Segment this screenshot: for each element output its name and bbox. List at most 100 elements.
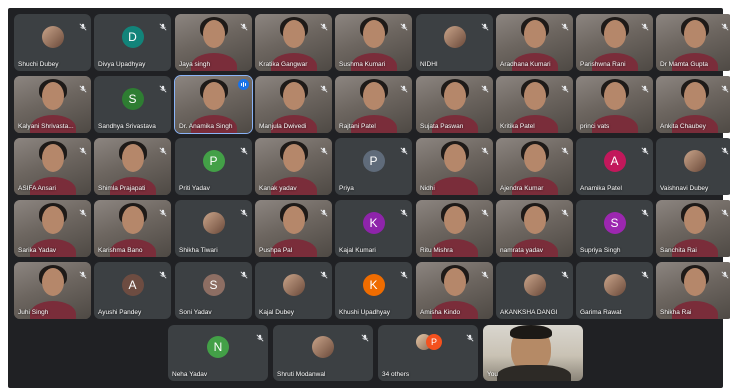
avatar: A [603, 149, 626, 172]
mic-off-icon [159, 204, 167, 217]
participant-tile[interactable]: Sujata Paswan [416, 76, 493, 133]
participant-tile[interactable]: ASIFA Ansari [14, 138, 91, 195]
stacked-avatars: P [416, 334, 442, 350]
participant-tile[interactable]: princi vats [576, 76, 653, 133]
participant-tile[interactable]: AKANKSHA DANGI [496, 262, 573, 319]
participant-name: Shruti Modanwal [277, 371, 326, 378]
participant-name: Dr Mamta Gupta [660, 61, 709, 68]
participant-name: Kanak yadav [259, 185, 297, 192]
participant-tile[interactable]: Pushpa Pal [255, 200, 332, 257]
avatar-photo [443, 25, 466, 48]
participant-tile[interactable]: Shuchi Dubey [14, 14, 91, 71]
mic-off-icon [641, 18, 649, 31]
participant-name: Ankita Chaubey [660, 123, 706, 130]
participant-tile[interactable]: Dr. Anamika Singh [174, 75, 253, 134]
participant-name: Shikha Rai [660, 309, 692, 316]
mic-off-icon [159, 80, 167, 93]
participant-name: Shimla Prajapati [98, 185, 146, 192]
participant-tile[interactable]: K Kajal Kumari [335, 200, 412, 257]
avatar: P [426, 334, 442, 350]
participant-tile[interactable]: Shimla Prajapati [94, 138, 171, 195]
participant-tile[interactable]: Dr Mamta Gupta [656, 14, 730, 71]
avatar-photo [41, 25, 64, 48]
participant-tile[interactable]: P Priti Yadav [175, 138, 252, 195]
participant-tile[interactable]: Kratika Gangwar [255, 14, 332, 71]
avatar-photo [523, 273, 546, 296]
participant-tile[interactable]: Kajal Dubey [255, 262, 332, 319]
participant-tile[interactable]: Amisha Kindo [416, 262, 493, 319]
participant-tile[interactable]: Garima Rawat [576, 262, 653, 319]
participant-tile[interactable]: Sanchita Rai [656, 200, 730, 257]
mic-off-icon [320, 266, 328, 279]
avatar: K [362, 273, 385, 296]
avatar: K [362, 211, 385, 234]
mic-off-icon [721, 18, 729, 31]
participant-tile[interactable]: Vaishnavi Dubey [656, 138, 730, 195]
participant-tile[interactable]: Juhi Singh [14, 262, 91, 319]
participant-tile[interactable]: Parishwna Rani [576, 14, 653, 71]
participant-tile[interactable]: Sarika Yadav [14, 200, 91, 257]
participant-name: Khushi Upadhyay [339, 309, 390, 316]
participant-tile[interactable]: You [483, 325, 583, 381]
participant-tile[interactable]: Manjula Dwivedi [255, 76, 332, 133]
video-face [202, 82, 225, 110]
avatar-photo [282, 273, 305, 296]
participant-tile[interactable]: Rajtani Patel [335, 76, 412, 133]
participant-name: Sanchita Rai [660, 247, 697, 254]
mic-off-icon [561, 266, 569, 279]
participant-tile[interactable]: P Priya [335, 138, 412, 195]
participant-tile[interactable]: Shikha Rai [656, 262, 730, 319]
participant-tile[interactable]: Aradhana Kumari [496, 14, 573, 71]
participant-tile[interactable]: S Soni Yadav [175, 262, 252, 319]
mic-off-icon [159, 18, 167, 31]
participant-tile[interactable]: Shruti Modanwal [273, 325, 373, 381]
mic-off-icon [641, 204, 649, 217]
participant-name: Sarika Yadav [18, 247, 57, 254]
participant-tile[interactable]: A Ayushi Pandey [94, 262, 171, 319]
video-face [443, 82, 466, 110]
participant-tile[interactable]: S Sandhya Srivastava [94, 76, 171, 133]
participant-tile[interactable]: D Divya Upadhyay [94, 14, 171, 71]
participant-name: Sandhya Srivastava [98, 123, 156, 130]
participant-tile[interactable]: K Khushi Upadhyay [335, 262, 412, 319]
mic-off-icon [400, 18, 408, 31]
participant-tile[interactable]: Jaya singh [175, 14, 252, 71]
mic-off-icon [159, 266, 167, 279]
avatar: N [207, 336, 229, 358]
participant-tile[interactable]: Ritu Mishra [416, 200, 493, 257]
participant-name: Sushma Kumari [339, 61, 386, 68]
participant-tile[interactable]: NIDHI [416, 14, 493, 71]
mic-off-icon [79, 80, 87, 93]
participant-name: Dr. Anamika Singh [179, 123, 233, 130]
participant-name: Kratika Gangwar [259, 61, 308, 68]
participant-tile[interactable]: P 34 others [378, 325, 478, 381]
participant-tile[interactable]: Ajendra Kumar [496, 138, 573, 195]
participant-name: Divya Upadhyay [98, 61, 146, 68]
participant-name: namrata yadav [500, 247, 543, 254]
video-face [362, 20, 385, 48]
participant-tile[interactable]: Sushma Kumari [335, 14, 412, 71]
participant-tile[interactable]: namrata yadav [496, 200, 573, 257]
participant-tile[interactable]: N Neha Yadav [168, 325, 268, 381]
participant-tile[interactable]: Kritika Patel [496, 76, 573, 133]
participant-tile[interactable]: Karishma Bano [94, 200, 171, 257]
participant-tile[interactable]: A Anamika Patel [576, 138, 653, 195]
video-face [202, 20, 225, 48]
participant-tile[interactable]: Kalyani Shrivasta... [14, 76, 91, 133]
mic-off-icon [79, 142, 87, 155]
video-face [41, 206, 64, 234]
participant-tile[interactable]: Shikha Tiwari [175, 200, 252, 257]
video-face [443, 206, 466, 234]
video-face [282, 144, 305, 172]
participant-name: Pushpa Pal [259, 247, 293, 254]
participant-name: Supriya Singh [580, 247, 621, 254]
mic-off-icon [400, 142, 408, 155]
participant-tile[interactable]: Nidhi [416, 138, 493, 195]
mic-off-icon [320, 18, 328, 31]
participant-tile[interactable]: S Supriya Singh [576, 200, 653, 257]
participant-tile[interactable]: Ankita Chaubey [656, 76, 730, 133]
avatar-photo [683, 149, 706, 172]
video-face [41, 268, 64, 296]
participant-tile[interactable]: Kanak yadav [255, 138, 332, 195]
mic-off-icon [320, 204, 328, 217]
